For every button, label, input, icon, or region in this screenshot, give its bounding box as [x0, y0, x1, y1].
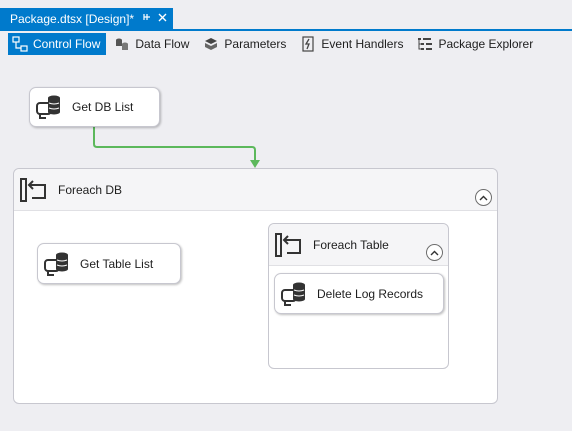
execute-sql-task-icon [44, 252, 68, 276]
collapse-foreach-db-button[interactable] [475, 189, 492, 206]
container-foreach-db-label: Foreach DB [58, 182, 123, 197]
connector-getdblist-foreachdb[interactable] [93, 127, 260, 168]
execute-sql-task-icon [36, 95, 60, 119]
foreach-loop-icon [275, 232, 301, 257]
container-foreach-db-header[interactable]: Foreach DB [14, 169, 497, 211]
task-get-db-list[interactable]: Get DB List [29, 87, 160, 127]
task-get-db-list-label: Get DB List [72, 100, 134, 114]
task-delete-log-records-label: Delete Log Records [317, 286, 424, 301]
task-delete-log-records[interactable]: Delete Log Records [274, 273, 444, 314]
container-foreach-table-header[interactable]: Foreach Table [269, 224, 448, 266]
task-get-table-list-label: Get Table List [80, 256, 154, 271]
container-foreach-table-label: Foreach Table [313, 237, 389, 252]
chevron-up-icon [479, 195, 488, 200]
collapse-foreach-table-button[interactable] [426, 244, 443, 261]
foreach-loop-icon [20, 177, 46, 202]
task-get-table-list[interactable]: Get Table List [37, 243, 181, 284]
chevron-up-icon [430, 250, 439, 255]
execute-sql-task-icon [281, 282, 305, 306]
